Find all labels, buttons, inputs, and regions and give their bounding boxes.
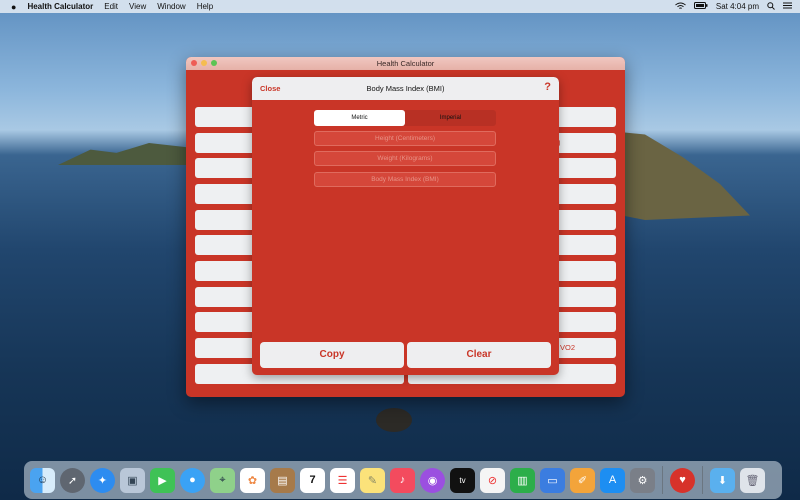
copy-button[interactable]: Copy (260, 342, 404, 368)
news-icon[interactable]: ⊘ (480, 467, 505, 493)
finder-icon[interactable]: ☺ (30, 467, 55, 493)
reminders-icon[interactable]: ☰ (330, 467, 355, 493)
background-list-button[interactable] (195, 287, 257, 307)
unit-segmented-control: Metric Imperial (314, 110, 496, 126)
background-list-button[interactable] (195, 158, 257, 178)
dock: ☺ ➚ ✦ ▣ ▶ ● ⌖ ✿ ▤ 7 ☰ ✎ ♪ ◉ tv ⊘ ▥ ▭ ✐ A… (24, 461, 782, 499)
minimize-window-button[interactable] (201, 60, 207, 66)
background-rock (376, 408, 412, 432)
window-title: Health Calculator (376, 59, 435, 68)
menu-help[interactable]: Help (197, 2, 213, 11)
sheet-header: Close Body Mass Index (BMI) ? (252, 77, 559, 100)
background-list-button[interactable]: ) (556, 133, 616, 153)
app-store-icon[interactable]: A (600, 467, 625, 493)
pages-icon[interactable]: ✐ (570, 467, 595, 493)
contacts-icon[interactable]: ▤ (270, 467, 295, 493)
background-list-button[interactable] (195, 210, 257, 230)
background-list-button[interactable] (195, 133, 257, 153)
segment-imperial[interactable]: Imperial (405, 110, 496, 126)
background-list-button[interactable] (195, 312, 257, 332)
bmi-result-field[interactable]: Body Mass Index (BMI) (314, 172, 496, 187)
dock-separator (702, 466, 703, 494)
background-list-button[interactable] (556, 107, 616, 127)
background-list-button[interactable] (556, 158, 616, 178)
close-window-button[interactable] (191, 60, 197, 66)
numbers-icon[interactable]: ▥ (510, 467, 535, 493)
background-list-button[interactable] (195, 184, 257, 204)
background-list-button[interactable] (195, 338, 257, 358)
trash-icon[interactable]: 🗑 (740, 467, 765, 493)
podcasts-icon[interactable]: ◉ (420, 467, 445, 493)
clock[interactable]: Sat 4:04 pm (716, 2, 759, 11)
background-island-left (58, 143, 188, 165)
background-list-button[interactable] (195, 261, 257, 281)
background-list-button[interactable] (195, 107, 257, 127)
clear-button[interactable]: Clear (407, 342, 551, 368)
background-item-label: VO2 (560, 343, 576, 352)
calendar-icon[interactable]: 7 (300, 467, 325, 493)
menu-list-icon[interactable] (783, 2, 792, 11)
messages-icon[interactable]: ● (180, 467, 205, 493)
apple-menu-icon[interactable]: ● (11, 2, 16, 12)
weight-field[interactable]: Weight (Kilograms) (314, 151, 496, 166)
keynote-icon[interactable]: ▭ (540, 467, 565, 493)
menu-view[interactable]: View (129, 2, 146, 11)
photos-icon[interactable]: ✿ (240, 467, 265, 493)
wifi-icon[interactable] (675, 2, 686, 12)
background-list-button[interactable]: VO2 (556, 338, 616, 358)
sheet-title: Body Mass Index (BMI) (366, 84, 445, 93)
background-list-button[interactable] (556, 210, 616, 230)
height-field[interactable]: Height (Centimeters) (314, 131, 496, 146)
background-list-button[interactable] (556, 235, 616, 255)
background-list-button[interactable] (556, 312, 616, 332)
launchpad-icon[interactable]: ➚ (60, 467, 85, 493)
safari-icon[interactable]: ✦ (90, 467, 115, 493)
menu-window[interactable]: Window (157, 2, 185, 11)
zoom-window-button[interactable] (211, 60, 217, 66)
background-list-button[interactable] (556, 287, 616, 307)
background-list-button[interactable] (556, 184, 616, 204)
window-titlebar: Health Calculator (186, 57, 625, 70)
music-icon[interactable]: ♪ (390, 467, 415, 493)
menu-app-name[interactable]: Health Calculator (27, 2, 93, 11)
battery-icon[interactable] (693, 2, 708, 11)
dock-separator (662, 466, 663, 494)
tv-icon[interactable]: tv (450, 467, 475, 493)
menu-bar: ● Health Calculator Edit View Window Hel… (0, 0, 800, 13)
preview-icon[interactable]: ▣ (120, 467, 145, 493)
downloads-folder-icon[interactable]: ⬇ (710, 467, 735, 493)
system-preferences-icon[interactable]: ⚙ (630, 467, 655, 493)
background-list-button[interactable] (195, 235, 257, 255)
bmi-sheet: Close Body Mass Index (BMI) ? Metric Imp… (252, 77, 559, 375)
help-button[interactable]: ? (544, 81, 551, 93)
facetime-icon[interactable]: ▶ (150, 467, 175, 493)
health-calculator-icon[interactable]: ♥ (670, 467, 695, 493)
maps-icon[interactable]: ⌖ (210, 467, 235, 493)
background-list-button[interactable] (556, 261, 616, 281)
notes-icon[interactable]: ✎ (360, 467, 385, 493)
search-icon[interactable] (767, 1, 775, 12)
segment-metric[interactable]: Metric (314, 110, 405, 126)
menu-edit[interactable]: Edit (104, 2, 118, 11)
